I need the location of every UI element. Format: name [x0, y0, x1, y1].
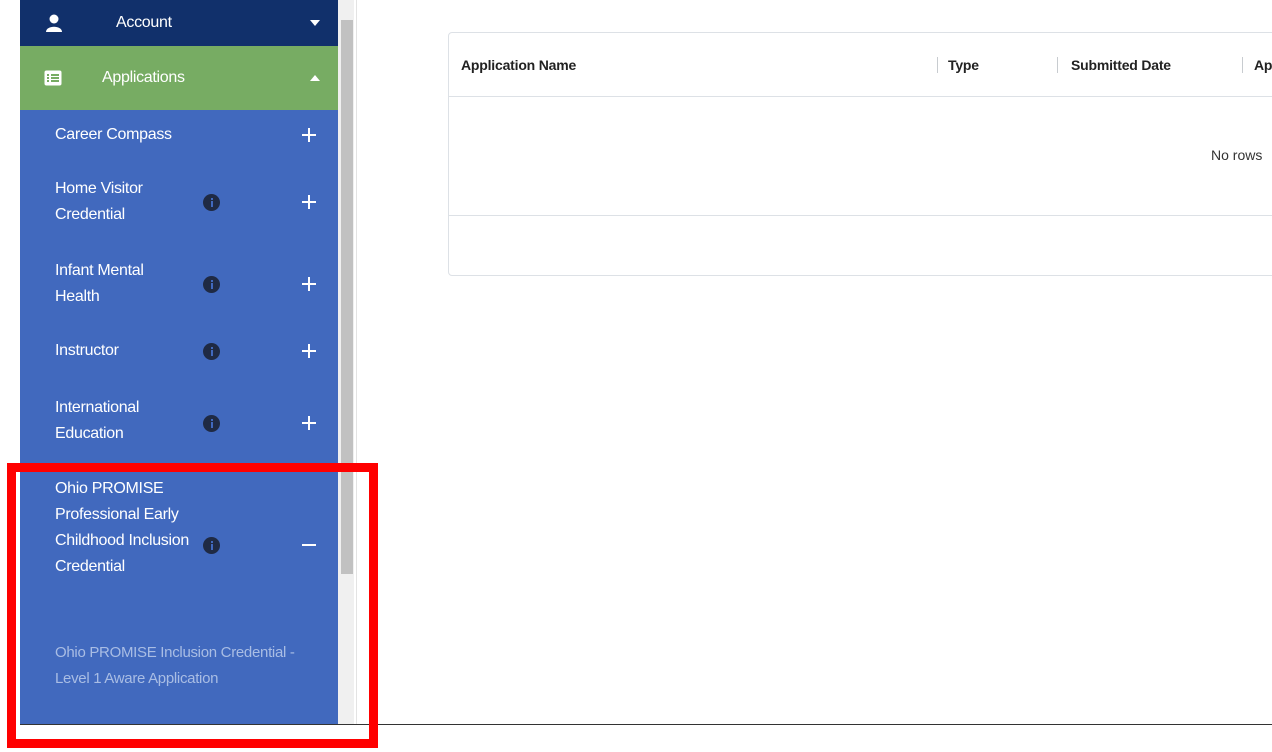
- column-separator[interactable]: [1242, 57, 1243, 73]
- applications-table: Application Name Type Submitted Date Ap …: [448, 32, 1272, 276]
- plus-icon[interactable]: [300, 275, 318, 293]
- list-icon: [44, 70, 72, 86]
- column-application-name[interactable]: Application Name: [461, 57, 576, 73]
- plus-icon[interactable]: [300, 342, 318, 360]
- red-highlight-box: [7, 463, 378, 748]
- page: Account Applications Career Compass Home…: [0, 0, 1272, 752]
- plus-icon[interactable]: [300, 193, 318, 211]
- sidebar-item-career-compass[interactable]: Career Compass: [20, 110, 338, 160]
- column-submitted-date[interactable]: Submitted Date: [1071, 57, 1171, 73]
- applications-label: Applications: [102, 69, 185, 86]
- account-menu[interactable]: Account: [20, 0, 338, 46]
- sidebar-item-label: Infant Mental Health: [55, 262, 144, 305]
- plus-icon[interactable]: [300, 126, 318, 144]
- sidebar-item-home-visitor-credential[interactable]: Home Visitor Credential: [20, 176, 338, 236]
- sidebar-item-label: Home Visitor Credential: [55, 180, 143, 223]
- sidebar-item-infant-mental-health[interactable]: Infant Mental Health: [20, 258, 338, 318]
- sidebar-item-international-education[interactable]: International Education: [20, 395, 338, 455]
- info-icon[interactable]: [203, 276, 220, 293]
- sidebar-item-instructor[interactable]: Instructor: [20, 338, 338, 368]
- table-footer-divider: [449, 215, 1272, 216]
- no-rows-message: No rows: [1211, 147, 1263, 163]
- sidebar-item-label: International Education: [55, 399, 140, 442]
- column-type[interactable]: Type: [948, 57, 979, 73]
- caret-up-icon: [308, 74, 322, 82]
- account-label: Account: [116, 14, 172, 31]
- caret-down-icon: [308, 19, 322, 27]
- column-separator[interactable]: [1057, 57, 1058, 73]
- sidebar-item-label: Career Compass: [55, 126, 172, 143]
- info-icon[interactable]: [203, 415, 220, 432]
- plus-icon[interactable]: [300, 414, 318, 432]
- column-separator[interactable]: [937, 57, 938, 73]
- info-icon[interactable]: [203, 343, 220, 360]
- applications-menu[interactable]: Applications: [20, 46, 338, 110]
- table-header: Application Name Type Submitted Date Ap: [449, 33, 1272, 97]
- info-icon[interactable]: [203, 194, 220, 211]
- column-truncated[interactable]: Ap: [1254, 57, 1272, 73]
- sidebar-item-label: Instructor: [55, 342, 119, 359]
- user-icon: [46, 14, 74, 32]
